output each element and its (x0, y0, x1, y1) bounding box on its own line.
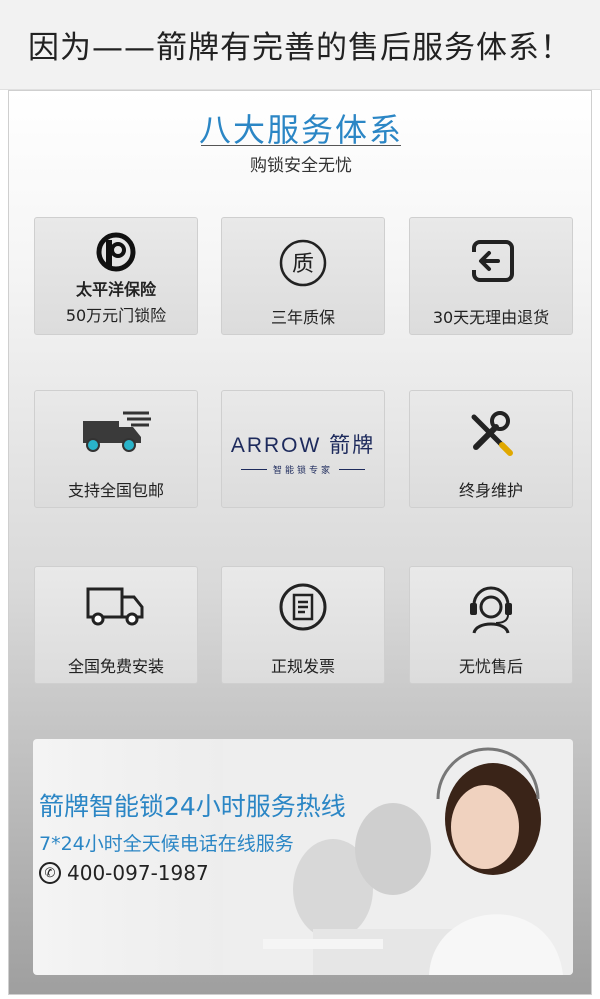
service-label: 终身维护 (458, 481, 523, 500)
quality-seal-icon: 质 (222, 238, 384, 288)
arrow-brand-logo: ARROW 箭牌 智能锁专家 (222, 429, 384, 476)
service-label: 正规发票 (270, 657, 335, 676)
tools-icon (410, 407, 572, 457)
section-subtitle: 购锁安全无忧 (250, 156, 352, 176)
hotline-title: 箭牌智能锁24小时服务热线 (39, 792, 346, 821)
title-divider (201, 145, 401, 146)
call-center-photo (223, 739, 573, 975)
service-card-return[interactable]: 30天无理由退货 (409, 217, 573, 335)
invoice-icon (222, 581, 384, 633)
service-panel: 八大服务体系 购锁安全无忧 太平洋保险 50万元门锁险 质 三年质保 30天无理… (8, 90, 592, 995)
service-card-shipping[interactable]: 支持全国包邮 (34, 390, 198, 508)
brand-wordmark: ARROW 箭牌 (230, 434, 376, 457)
hotline-banner[interactable]: 箭牌智能锁24小时服务热线 7*24小时全天候电话在线服务 ✆ 400-097-… (33, 739, 573, 975)
svg-text:质: 质 (292, 252, 314, 277)
hotline-subtitle: 7*24小时全天候电话在线服务 (39, 833, 294, 855)
service-card-invoice[interactable]: 正规发票 (221, 566, 385, 684)
service-label: 三年质保 (270, 308, 335, 327)
hotline-phone[interactable]: ✆ 400-097-1987 (39, 861, 209, 885)
service-card-warranty[interactable]: 质 三年质保 (221, 217, 385, 335)
service-label: 无忧售后 (458, 657, 523, 676)
service-card-installation[interactable]: 全国免费安装 (34, 566, 198, 684)
phone-icon: ✆ (39, 862, 61, 884)
service-card-maintenance[interactable]: 终身维护 (409, 390, 573, 508)
service-label: 全国免费安装 (67, 657, 164, 676)
install-truck-icon (35, 581, 197, 629)
brand-tagline: 智能锁专家 (222, 463, 384, 476)
service-card-insurance[interactable]: 太平洋保险 50万元门锁险 (34, 217, 198, 335)
return-arrow-icon (410, 236, 572, 286)
service-label: 支持全国包邮 (67, 481, 164, 500)
headset-agent-icon (410, 579, 572, 635)
insurance-brand: 太平洋保险 (75, 280, 156, 299)
service-card-brand[interactable]: ARROW 箭牌 智能锁专家 (221, 390, 385, 508)
pacific-insurance-logo-icon (35, 232, 197, 272)
phone-number[interactable]: 400-097-1987 (67, 861, 209, 885)
delivery-truck-icon (35, 407, 197, 455)
service-card-aftersales[interactable]: 无忧售后 (409, 566, 573, 684)
service-label: 30天无理由退货 (432, 308, 550, 327)
top-banner: 因为——箭牌有完善的售后服务体系！ (0, 0, 600, 90)
banner-headline: 因为——箭牌有完善的售后服务体系！ (28, 30, 572, 66)
service-label: 50万元门锁险 (65, 306, 167, 325)
